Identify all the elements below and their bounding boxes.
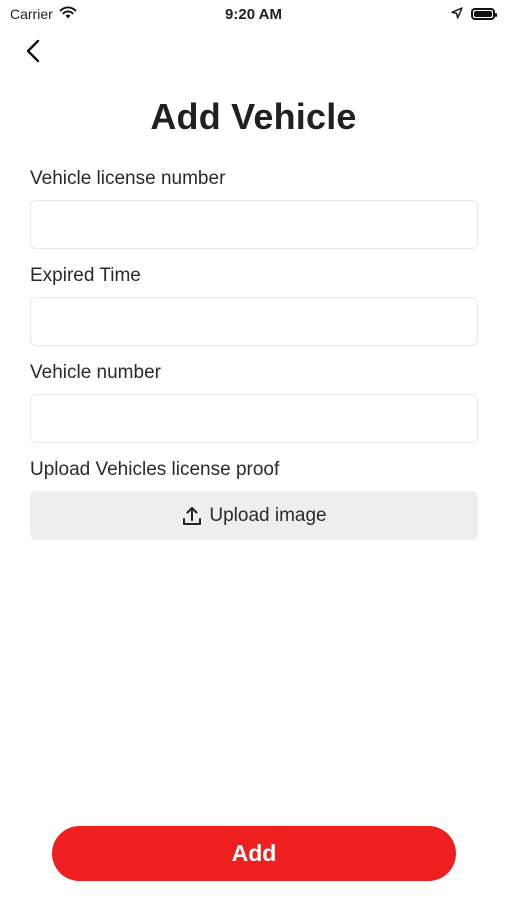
vehicle-number-input[interactable]: [30, 394, 478, 443]
upload-image-label: Upload image: [209, 504, 327, 526]
page-title: Add Vehicle: [150, 96, 357, 137]
carrier-label: Carrier: [10, 6, 53, 22]
status-left: Carrier: [10, 6, 77, 22]
status-bar: Carrier 9:20 AM: [0, 0, 507, 28]
vehicle-number-label: Vehicle number: [30, 362, 161, 383]
expired-time-label: Expired Time: [30, 265, 141, 286]
upload-icon: [181, 505, 203, 527]
license-proof-label: Upload Vehicles license proof: [30, 459, 280, 480]
battery-icon: [471, 8, 497, 20]
back-button[interactable]: [18, 38, 48, 68]
license-number-label: Vehicle license number: [30, 168, 226, 189]
chevron-left-icon: [25, 39, 41, 68]
wifi-icon: [59, 6, 77, 22]
expired-time-input[interactable]: [30, 297, 478, 346]
status-right: [451, 6, 497, 22]
location-arrow-icon: [451, 6, 463, 22]
add-button[interactable]: Add: [52, 826, 456, 881]
upload-image-button[interactable]: Upload image: [30, 491, 478, 540]
vehicle-form: Vehicle license number Expired Time Vehi…: [30, 166, 478, 540]
battery-fill: [474, 11, 492, 17]
add-vehicle-screen: Carrier 9:20 AM Add Vehicle Vehicle lice…: [0, 0, 507, 900]
license-number-input[interactable]: [30, 200, 478, 249]
